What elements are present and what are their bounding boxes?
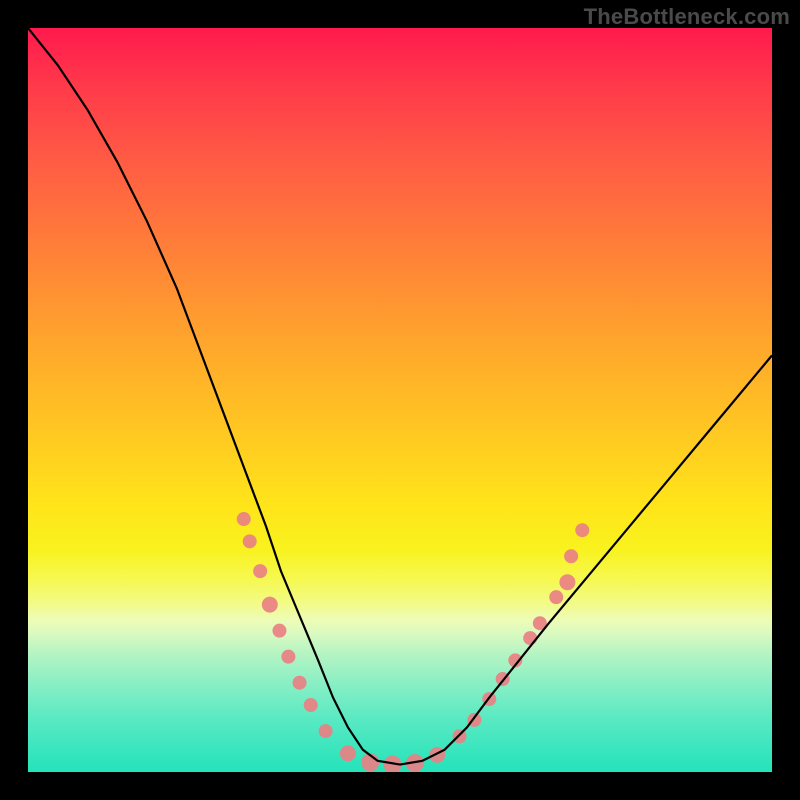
data-marker xyxy=(523,631,537,645)
data-marker xyxy=(237,512,251,526)
data-marker xyxy=(319,724,333,738)
data-marker xyxy=(340,745,356,761)
watermark-text: TheBottleneck.com xyxy=(584,4,790,30)
data-marker xyxy=(293,676,307,690)
data-marker xyxy=(564,549,578,563)
data-marker xyxy=(253,564,267,578)
bottleneck-curve xyxy=(28,28,772,765)
data-marker xyxy=(575,523,589,537)
data-marker xyxy=(243,534,257,548)
chart-frame: TheBottleneck.com xyxy=(0,0,800,800)
scatter-markers xyxy=(237,512,590,772)
data-marker xyxy=(281,650,295,664)
data-marker xyxy=(549,590,563,604)
data-marker xyxy=(559,574,575,590)
data-marker xyxy=(272,624,286,638)
plot-area xyxy=(28,28,772,772)
data-marker xyxy=(429,747,445,763)
data-marker xyxy=(262,597,278,613)
data-marker xyxy=(304,698,318,712)
chart-overlay xyxy=(28,28,772,772)
